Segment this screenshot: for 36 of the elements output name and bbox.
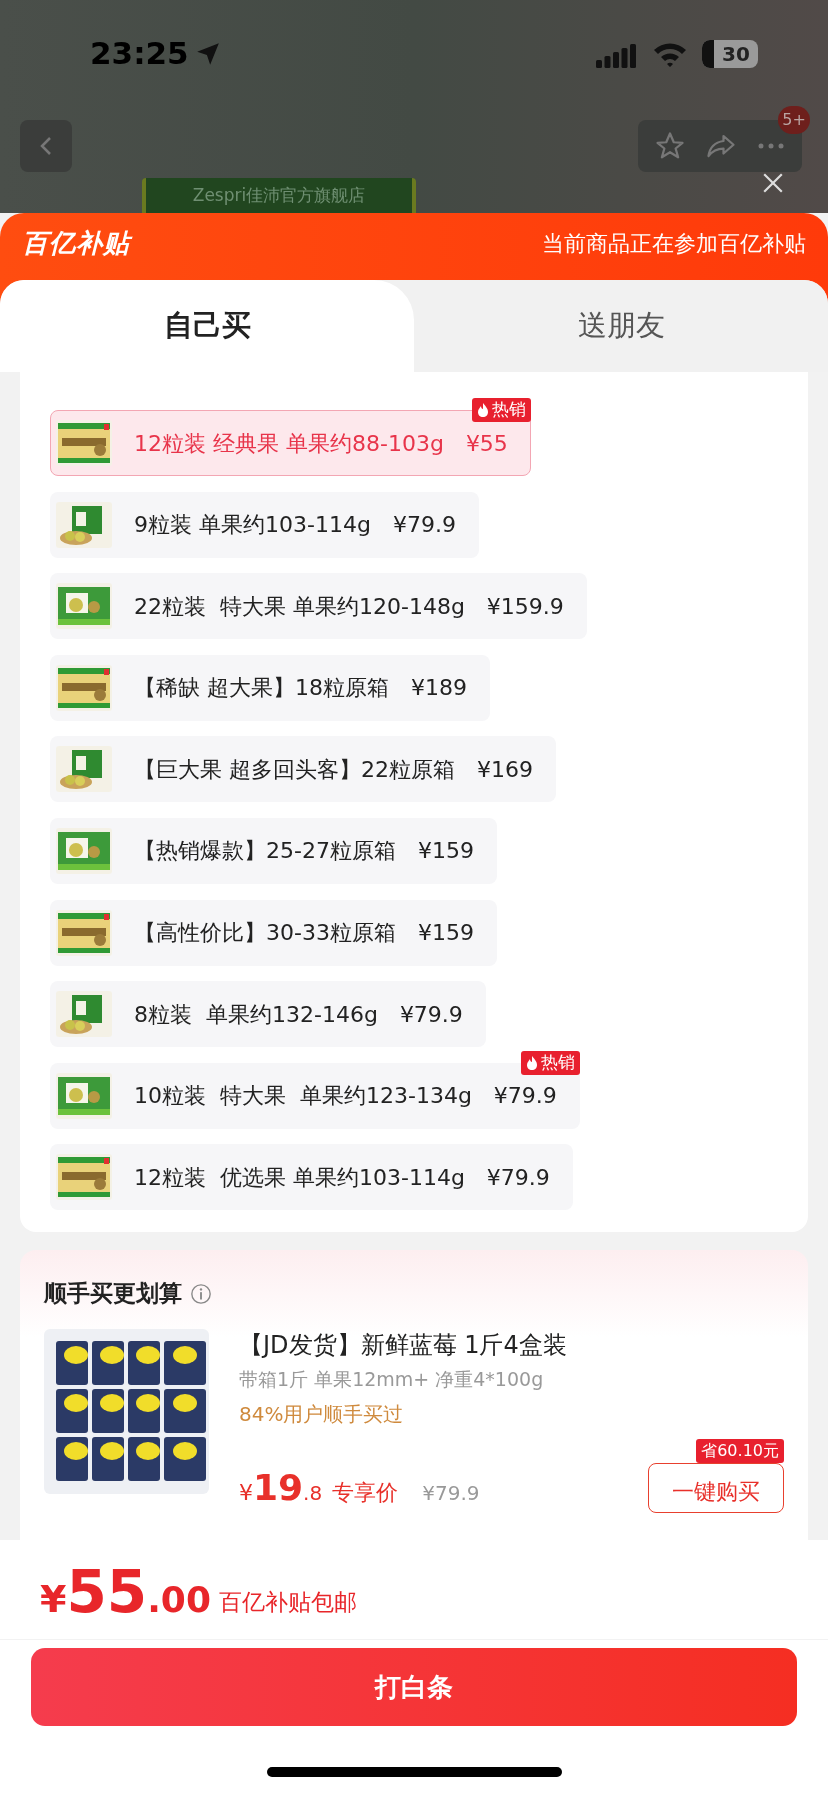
addon-spec: 带箱1斤 单果12mm+ 净重4*100g <box>239 1366 545 1392</box>
flame-icon <box>525 1055 538 1070</box>
addon-product-name: 【JD发货】新鲜蓝莓 1斤4盒装 <box>239 1329 568 1361</box>
variant-option[interactable]: 9粒装 单果约103-114g ¥79.9 <box>50 491 479 558</box>
hot-badge: 热销 <box>471 398 531 422</box>
variant-option[interactable]: 【稀缺 超大果】18粒原箱 ¥189 <box>50 654 490 721</box>
variant-option[interactable]: 【巨大果 超多回头客】22粒原箱 ¥169 <box>50 736 556 803</box>
variant-option[interactable]: 8粒装 单果约132-146g ¥79.9 <box>50 981 486 1048</box>
variant-option[interactable]: 【高性价比】30-33粒原箱 ¥159 <box>50 899 497 966</box>
tab[interactable]: 自己买 <box>0 280 414 372</box>
status-time: 23:25 <box>90 38 189 69</box>
battery-icon: 30 <box>702 40 758 68</box>
notification-badge: 5+ <box>778 106 810 134</box>
savings-tag: 省60.10元 <box>696 1439 784 1464</box>
more-icon[interactable] <box>757 142 786 150</box>
price-label: 专享价 <box>332 1479 399 1508</box>
info-icon[interactable] <box>190 1282 212 1305</box>
pay-button[interactable]: 打白条 <box>31 1648 797 1727</box>
variant-option[interactable]: 22粒装 特大果 单果约120-148g ¥159.9 <box>50 573 587 640</box>
quick-buy-button[interactable]: 一键购买 <box>648 1463 784 1514</box>
addon-bought-rate: 84%用户顺手买过 <box>239 1401 405 1429</box>
flame-icon <box>476 403 489 417</box>
subsidy-notice: 当前商品正在参加百亿补贴 <box>542 230 806 258</box>
variant-option[interactable]: 【热销爆款】25-27粒原箱 ¥159 <box>50 817 497 884</box>
hot-badge: 热销 <box>520 1050 580 1075</box>
chevron-left-icon <box>40 136 52 156</box>
total-price: ¥55.00 <box>40 1563 211 1622</box>
original-price: ¥79.9 <box>422 1480 480 1508</box>
close-icon[interactable] <box>762 172 784 194</box>
addon-title: 顺手买更划算 <box>44 1279 182 1309</box>
variant-option[interactable]: 12粒装 优选果 单果约103-114g ¥79.9 <box>50 1144 573 1211</box>
shipping-note: 百亿补贴包邮 <box>218 1587 357 1617</box>
star-icon[interactable] <box>654 131 685 161</box>
store-banner: Zespri佳沛官方旗舰店 <box>142 178 416 213</box>
back-button[interactable] <box>20 120 72 172</box>
addon-price: ¥19.8 <box>239 1470 323 1507</box>
